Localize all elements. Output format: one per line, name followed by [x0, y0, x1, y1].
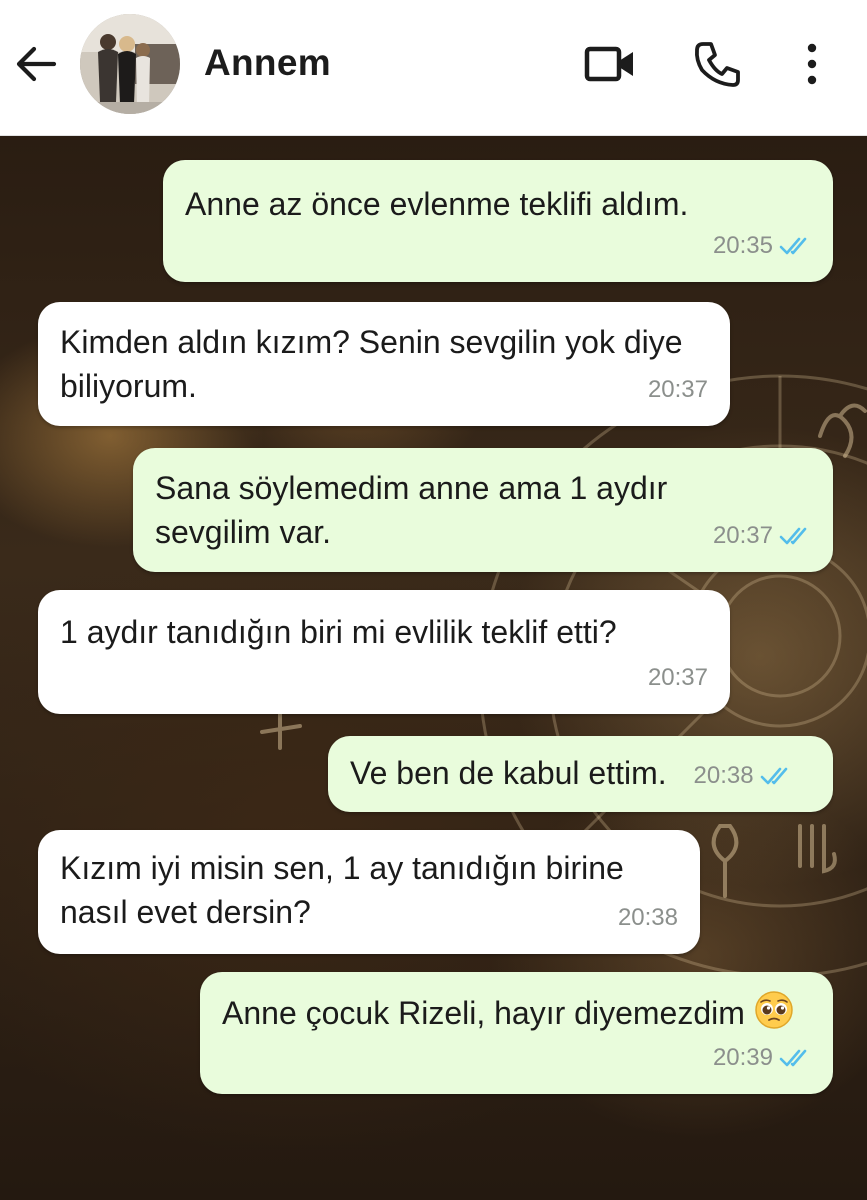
- chat-header: Annem: [0, 0, 867, 136]
- message-bubble-incoming[interactable]: 1 aydır tanıdığın biri mi evlilik teklif…: [38, 590, 730, 714]
- arrow-left-icon[interactable]: [14, 42, 58, 86]
- message-time: 20:38: [693, 761, 754, 789]
- more-vertical-icon[interactable]: [798, 40, 826, 88]
- message-text: 1 aydır tanıdığın biri mi evlilik teklif…: [60, 614, 617, 650]
- message-time: 20:37: [647, 664, 708, 691]
- double-check-read-icon: [779, 527, 807, 545]
- message-text: Kimden aldın kızım? Senin sevgilin yok d…: [60, 324, 683, 404]
- message-meta: 20:38: [618, 896, 678, 940]
- double-check-read-icon: [779, 237, 807, 255]
- message-meta: 20:37: [648, 656, 708, 700]
- pleading-face-emoji: [755, 991, 793, 1029]
- message-meta: 20:38: [694, 754, 792, 798]
- message-text-content: Anne çocuk Rizeli, hayır diyemezdim: [222, 995, 745, 1031]
- message-time: 20:37: [647, 376, 708, 403]
- video-camera-icon[interactable]: [584, 44, 636, 84]
- message-text: Kızım iyi misin sen, 1 ay tanıdığın biri…: [60, 850, 624, 930]
- message-meta: 20:37: [648, 368, 708, 412]
- message-time: 20:38: [617, 904, 678, 931]
- message-time: 20:37: [712, 522, 773, 549]
- double-check-read-icon: [779, 1049, 807, 1067]
- phone-icon[interactable]: [693, 40, 741, 88]
- message-bubble-outgoing[interactable]: Sana söylemedim anne ama 1 aydır sevgili…: [133, 448, 833, 572]
- message-bubble-incoming[interactable]: Kimden aldın kızım? Senin sevgilin yok d…: [38, 302, 730, 426]
- contact-avatar[interactable]: [80, 14, 180, 114]
- double-check-read-icon: [760, 767, 787, 784]
- contact-name[interactable]: Annem: [204, 42, 331, 84]
- message-bubble-outgoing[interactable]: Anne çocuk Rizeli, hayır diyemezdim 20:3…: [200, 972, 833, 1094]
- message-text: Anne az önce evlenme teklifi aldım.: [185, 186, 689, 222]
- message-bubble-outgoing[interactable]: Ve ben de kabul ettim. 20:38: [328, 736, 833, 812]
- message-meta: 20:39: [713, 1036, 811, 1080]
- message-time: 20:35: [712, 232, 773, 259]
- message-text: Anne çocuk Rizeli, hayır diyemezdim: [222, 990, 811, 1035]
- message-meta: 20:37: [713, 514, 811, 558]
- message-text: Ve ben de kabul ettim.: [350, 755, 667, 791]
- message-bubble-outgoing[interactable]: Anne az önce evlenme teklifi aldım. 20:3…: [163, 160, 833, 282]
- chat-area[interactable]: Anne az önce evlenme teklifi aldım. 20:3…: [0, 136, 867, 1200]
- message-time: 20:39: [712, 1044, 773, 1071]
- message-bubble-incoming[interactable]: Kızım iyi misin sen, 1 ay tanıdığın biri…: [38, 830, 700, 954]
- message-meta: 20:35: [713, 224, 811, 268]
